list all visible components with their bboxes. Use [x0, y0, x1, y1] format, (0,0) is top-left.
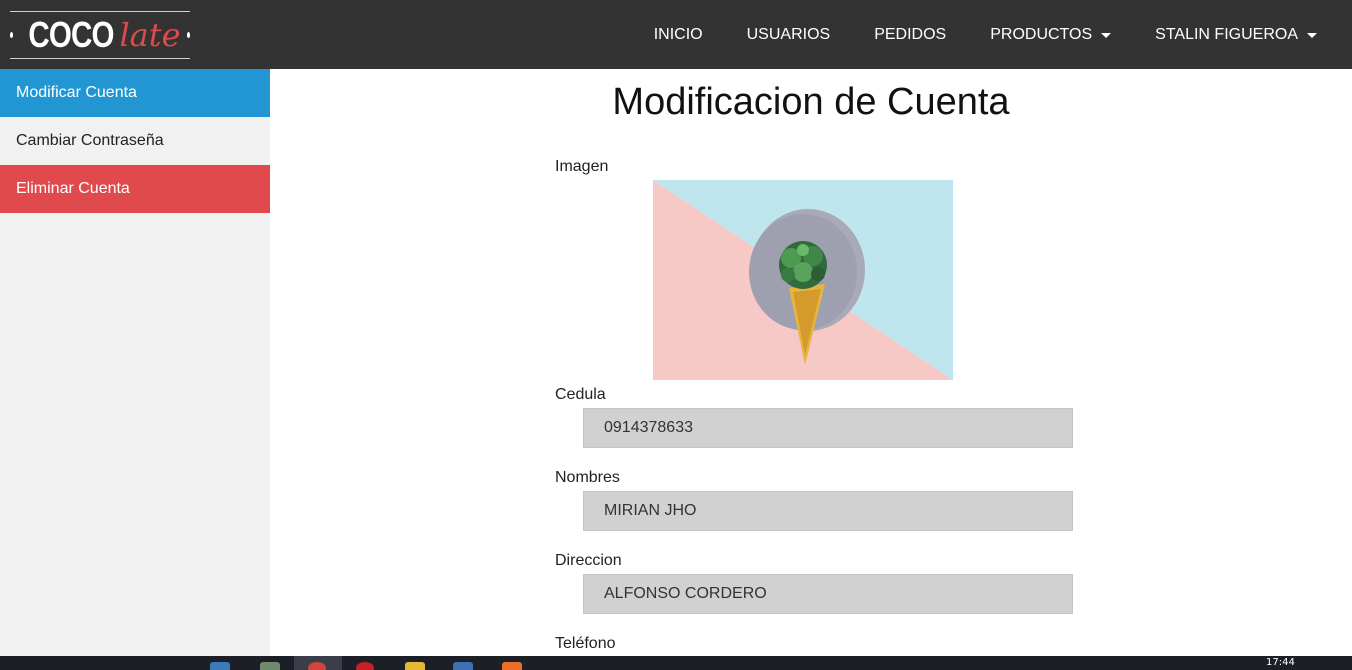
browser-icon[interactable]	[308, 662, 326, 670]
nombres-field[interactable]: MIRIAN JHO	[583, 491, 1073, 531]
direccion-label: Direccion	[555, 552, 622, 569]
nav-usuarios-label: USUARIOS	[746, 25, 831, 43]
nav-inicio-label: INICIO	[653, 25, 703, 43]
logo-dot-right	[186, 32, 190, 38]
cedula-field[interactable]: 0914378633	[583, 408, 1073, 448]
nav-usuarios[interactable]: USUARIOS	[747, 26, 831, 44]
logo-text-late: late	[119, 16, 181, 54]
os-taskbar: 17:44	[0, 656, 1352, 670]
opera-icon[interactable]	[356, 662, 374, 670]
image-label: Imagen	[555, 158, 609, 175]
direccion-field[interactable]: ALFONSO CORDERO	[583, 574, 1073, 614]
brand-logo[interactable]: COCO late	[10, 11, 190, 59]
main-content: Modificacion de Cuenta Imagen Cedula 091…	[270, 69, 1352, 656]
logo-dot-left	[10, 32, 14, 38]
sidebar-item-modificar-cuenta[interactable]: Modificar Cuenta	[0, 69, 270, 117]
nav-pedidos[interactable]: PEDIDOS	[874, 26, 946, 44]
nav-user-label: STALIN FIGUEROA	[1155, 25, 1298, 43]
ice-cream-succulent-photo	[653, 180, 953, 380]
app-icon[interactable]	[453, 662, 473, 670]
nav-menu: INICIO USUARIOS PEDIDOS PRODUCTOS STALIN…	[654, 0, 1352, 69]
app-icon[interactable]	[210, 662, 230, 670]
clock: 17:44	[1266, 657, 1295, 668]
nombres-label: Nombres	[555, 469, 620, 486]
profile-image[interactable]	[653, 180, 953, 380]
nav-inicio[interactable]: INICIO	[654, 26, 703, 44]
sidebar-item-eliminar-cuenta[interactable]: Eliminar Cuenta	[0, 165, 270, 213]
sidebar: Modificar Cuenta Cambiar Contraseña Elim…	[0, 69, 270, 656]
nav-productos-label: PRODUCTOS	[990, 25, 1093, 43]
nav-user-dropdown[interactable]: STALIN FIGUEROA	[1155, 26, 1317, 44]
folder-icon[interactable]	[405, 662, 425, 670]
page-title: Modificacion de Cuenta	[612, 81, 1010, 123]
nav-productos-dropdown[interactable]: PRODUCTOS	[990, 25, 1112, 44]
app-icon[interactable]	[260, 662, 280, 670]
caret-down-icon	[1101, 33, 1112, 38]
cedula-label: Cedula	[555, 386, 606, 403]
nav-pedidos-label: PEDIDOS	[874, 25, 947, 43]
caret-down-icon	[1307, 33, 1317, 38]
top-navbar: COCO late INICIO USUARIOS PEDIDOS PRODUC…	[0, 0, 1352, 69]
sidebar-item-cambiar-contrasena[interactable]: Cambiar Contraseña	[0, 117, 270, 165]
telefono-label: Teléfono	[555, 635, 616, 652]
logo-text-coco: COCO	[28, 14, 115, 55]
app-icon[interactable]	[502, 662, 522, 670]
